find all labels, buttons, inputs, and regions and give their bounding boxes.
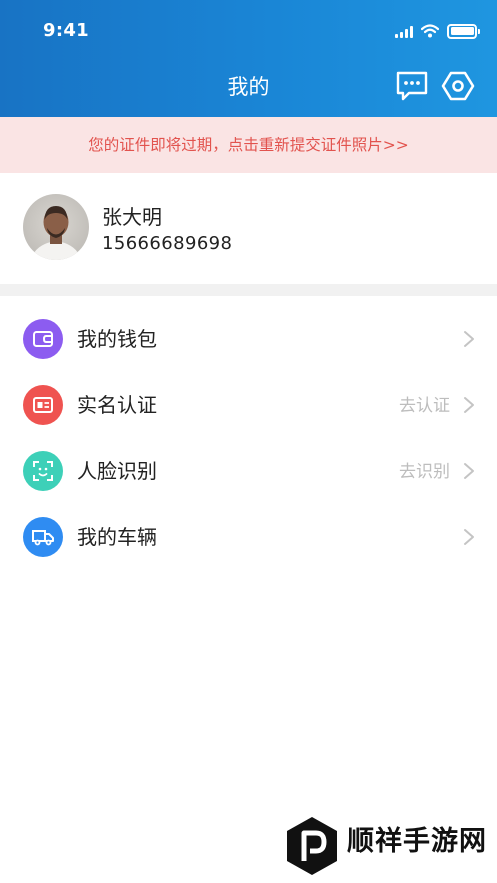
chevron-right-icon	[464, 463, 474, 479]
chevron-right-icon	[464, 331, 474, 347]
menu-list: 我的钱包 实名认证 去认证 人脸识别 去识别 我的车辆	[0, 306, 497, 570]
user-name: 张大明	[102, 205, 162, 229]
settings-icon[interactable]	[440, 68, 476, 104]
chevron-right-icon	[464, 529, 474, 545]
user-photo-icon	[31, 206, 81, 260]
menu-item-label: 我的钱包	[77, 327, 157, 351]
menu-item-real-name-verification[interactable]: 实名认证 去认证	[0, 372, 497, 438]
truck-icon	[23, 517, 63, 557]
watermark: 顺祥手游网	[285, 815, 495, 881]
wifi-icon	[421, 24, 439, 38]
signal-icon	[395, 25, 413, 38]
section-divider	[0, 284, 497, 296]
watermark-logo-icon	[287, 817, 337, 875]
wallet-icon	[23, 319, 63, 359]
menu-item-label: 实名认证	[77, 393, 157, 417]
profile-card[interactable]: 张大明 15666689698	[0, 173, 497, 284]
battery-icon	[447, 23, 480, 39]
user-phone: 15666689698	[102, 233, 233, 254]
menu-item-hint: 去识别	[399, 462, 450, 482]
face-scan-icon	[23, 451, 63, 491]
app-header: 9:41 我的	[0, 0, 497, 117]
avatar[interactable]	[23, 194, 89, 260]
id-card-icon	[23, 385, 63, 425]
watermark-text: 顺祥手游网	[347, 826, 487, 857]
status-time: 9:41	[43, 20, 89, 41]
menu-item-my-vehicles[interactable]: 我的车辆	[0, 504, 497, 570]
status-bar: 9:41	[0, 0, 497, 60]
menu-item-face-recognition[interactable]: 人脸识别 去识别	[0, 438, 497, 504]
expiry-notice-banner[interactable]: 您的证件即将过期，点击重新提交证件照片>>	[0, 117, 497, 173]
menu-item-wallet[interactable]: 我的钱包	[0, 306, 497, 372]
chevron-right-icon	[464, 397, 474, 413]
menu-item-label: 人脸识别	[77, 459, 157, 483]
message-icon[interactable]	[395, 70, 429, 102]
menu-item-label: 我的车辆	[77, 525, 157, 549]
status-icons	[395, 22, 480, 40]
menu-item-hint: 去认证	[399, 396, 450, 416]
